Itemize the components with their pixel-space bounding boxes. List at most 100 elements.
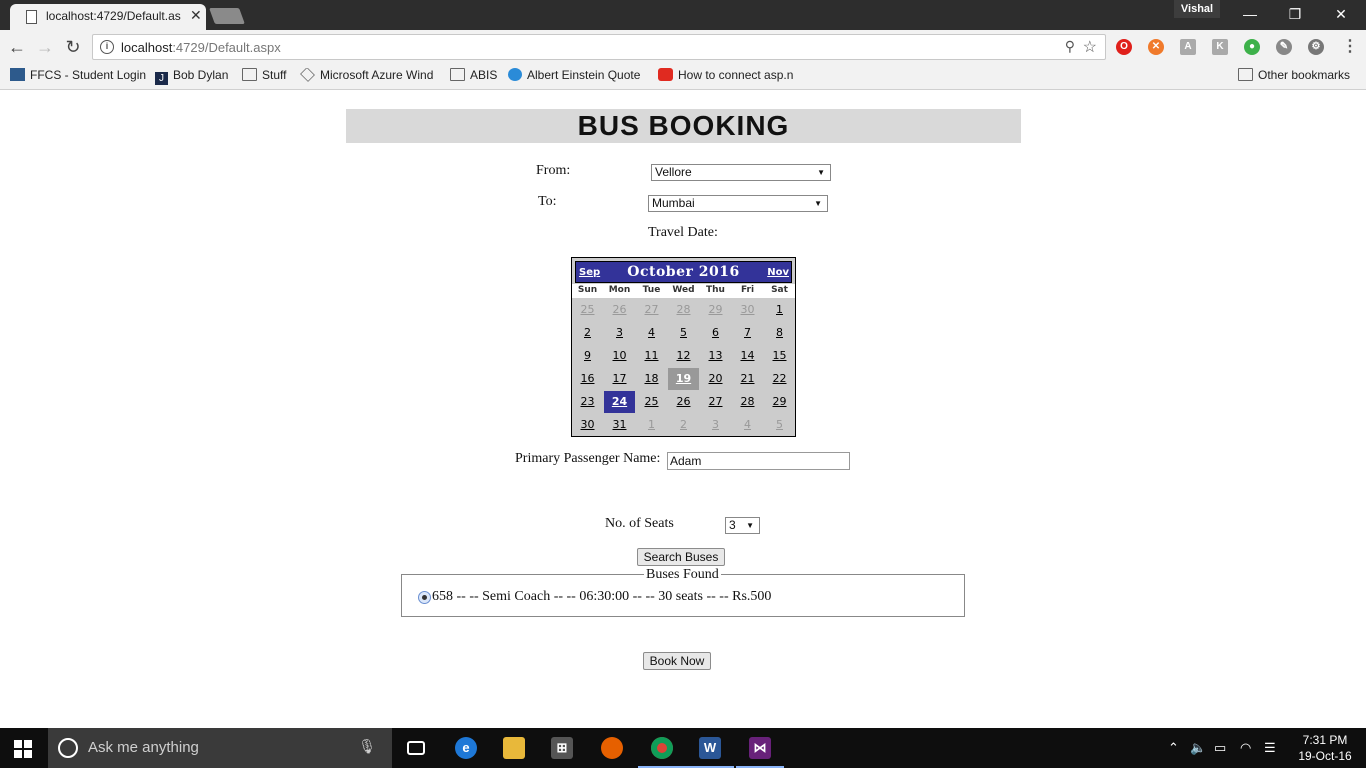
calendar-day[interactable]: 4: [732, 414, 763, 436]
close-window-button[interactable]: ✕: [1326, 4, 1356, 24]
calendar-day[interactable]: 25: [572, 299, 603, 321]
calendar-day[interactable]: 5: [764, 414, 795, 436]
calendar-day[interactable]: 5: [668, 322, 699, 344]
calendar-day[interactable]: 25: [636, 391, 667, 413]
calendar-day[interactable]: 15: [764, 345, 795, 367]
bus-option-radio[interactable]: [418, 591, 431, 604]
calendar-day[interactable]: 11: [636, 345, 667, 367]
calendar-day[interactable]: 7: [732, 322, 763, 344]
calendar-day[interactable]: 16: [572, 368, 603, 390]
gear-extension-icon[interactable]: ⚙: [1308, 39, 1324, 55]
forward-icon[interactable]: →: [34, 36, 56, 58]
bookmark-star-icon[interactable]: ☆: [1083, 37, 1097, 57]
calendar-day[interactable]: 26: [604, 299, 635, 321]
notifications-icon[interactable]: ☰: [1264, 740, 1276, 756]
word-button[interactable]: W: [686, 728, 734, 768]
calendar-prev-link[interactable]: Sep: [579, 267, 600, 278]
calendar-day[interactable]: 8: [764, 322, 795, 344]
minimize-button[interactable]: —: [1235, 4, 1265, 24]
microphone-icon[interactable]: 🎙: [358, 738, 376, 755]
calendar-day[interactable]: 6: [700, 322, 731, 344]
calendar-day[interactable]: 27: [636, 299, 667, 321]
calendar-day[interactable]: 3: [604, 322, 635, 344]
bookmark-stuff[interactable]: Stuff: [242, 68, 294, 86]
calendar-day[interactable]: 24: [604, 391, 635, 413]
calendar-day[interactable]: 28: [732, 391, 763, 413]
bookmark-azure[interactable]: Microsoft Azure Wind: [300, 68, 440, 86]
calendar-day[interactable]: 22: [764, 368, 795, 390]
task-view-button[interactable]: [392, 728, 440, 768]
back-icon[interactable]: ←: [6, 36, 28, 58]
windows-start-icon[interactable]: [14, 740, 32, 758]
calendar-day[interactable]: 20: [700, 368, 731, 390]
calendar-day[interactable]: 2: [572, 322, 603, 344]
firefox-button[interactable]: [588, 728, 636, 768]
battery-icon[interactable]: ▭: [1214, 740, 1226, 756]
calendar-day[interactable]: 4: [636, 322, 667, 344]
calendar-day[interactable]: 27: [700, 391, 731, 413]
calendar-day[interactable]: 1: [764, 299, 795, 321]
calendar-day[interactable]: 26: [668, 391, 699, 413]
pen-extension-icon[interactable]: ✎: [1276, 39, 1292, 55]
search-buses-button[interactable]: Search Buses: [637, 548, 725, 566]
calendar-day[interactable]: 13: [700, 345, 731, 367]
calendar-day[interactable]: 9: [572, 345, 603, 367]
restore-button[interactable]: ❐: [1280, 4, 1310, 24]
calendar-day[interactable]: 29: [764, 391, 795, 413]
wifi-icon[interactable]: ◠: [1240, 740, 1251, 756]
new-tab-button[interactable]: [209, 8, 245, 24]
calendar-day[interactable]: 29: [700, 299, 731, 321]
opera-extension-icon[interactable]: O: [1116, 39, 1132, 55]
tab-close-icon[interactable]: ✕: [190, 7, 202, 24]
menu-icon[interactable]: ⋮: [1342, 39, 1358, 55]
bookmark-asp[interactable]: How to connect asp.n: [658, 68, 798, 86]
calendar-day[interactable]: 31: [604, 414, 635, 436]
orange-extension-icon[interactable]: ✕: [1148, 39, 1164, 55]
cortana-search-box[interactable]: Ask me anything 🎙: [48, 728, 392, 768]
bookmark-einstein[interactable]: Albert Einstein Quote: [508, 68, 648, 86]
passenger-name-input[interactable]: Adam: [667, 452, 850, 470]
k-extension-icon[interactable]: K: [1212, 39, 1228, 55]
a-extension-icon[interactable]: A: [1180, 39, 1196, 55]
store-button[interactable]: ⊞: [538, 728, 586, 768]
profile-button[interactable]: Vishal: [1174, 0, 1220, 18]
info-icon[interactable]: i: [100, 40, 114, 54]
calendar-day[interactable]: 12: [668, 345, 699, 367]
visual-studio-button[interactable]: ⋈: [736, 728, 784, 768]
calendar-day[interactable]: 10: [604, 345, 635, 367]
calendar-day[interactable]: 2: [668, 414, 699, 436]
calendar-day[interactable]: 17: [604, 368, 635, 390]
green-extension-icon[interactable]: ●: [1244, 39, 1260, 55]
to-select[interactable]: Mumbai ▼: [648, 195, 828, 212]
calendar-day[interactable]: 23: [572, 391, 603, 413]
calendar-day[interactable]: 30: [572, 414, 603, 436]
calendar-day[interactable]: 21: [732, 368, 763, 390]
seats-select[interactable]: 3 ▼: [725, 517, 760, 534]
bookmark-ffcs[interactable]: FFCS - Student Login: [10, 68, 146, 86]
other-bookmarks[interactable]: Other bookmarks: [1238, 68, 1362, 86]
taskbar-clock[interactable]: 7:31 PM 19-Oct-16: [1290, 732, 1360, 764]
calendar-day[interactable]: 19: [668, 368, 699, 390]
calendar-next-link[interactable]: Nov: [767, 267, 789, 278]
j-icon: J: [155, 72, 168, 85]
chevron-up-icon[interactable]: ⌃: [1168, 740, 1179, 756]
calendar-day[interactable]: 18: [636, 368, 667, 390]
bookmark-bob-dylan[interactable]: J Bob Dylan: [155, 68, 235, 86]
address-bar[interactable]: i localhost:4729/Default.aspx ⚲ ☆: [92, 34, 1106, 60]
calendar-day[interactable]: 1: [636, 414, 667, 436]
edge-button[interactable]: e: [442, 728, 490, 768]
volume-icon[interactable]: 🔈: [1190, 740, 1206, 756]
bookmark-abis[interactable]: ABIS: [450, 68, 498, 86]
calendar-day[interactable]: 30: [732, 299, 763, 321]
from-select[interactable]: Vellore ▼: [651, 164, 831, 181]
zoom-icon[interactable]: ⚲: [1065, 38, 1075, 55]
browser-tab[interactable]: localhost:4729/Default.as ✕: [10, 4, 206, 30]
calendar-day[interactable]: 14: [732, 345, 763, 367]
calendar-day[interactable]: 28: [668, 299, 699, 321]
bookmark-label: Bob Dylan: [173, 68, 229, 82]
chrome-button[interactable]: [638, 728, 686, 768]
calendar-day[interactable]: 3: [700, 414, 731, 436]
file-explorer-button[interactable]: [490, 728, 538, 768]
book-now-button[interactable]: Book Now: [643, 652, 711, 670]
reload-icon[interactable]: ↻: [62, 36, 84, 58]
